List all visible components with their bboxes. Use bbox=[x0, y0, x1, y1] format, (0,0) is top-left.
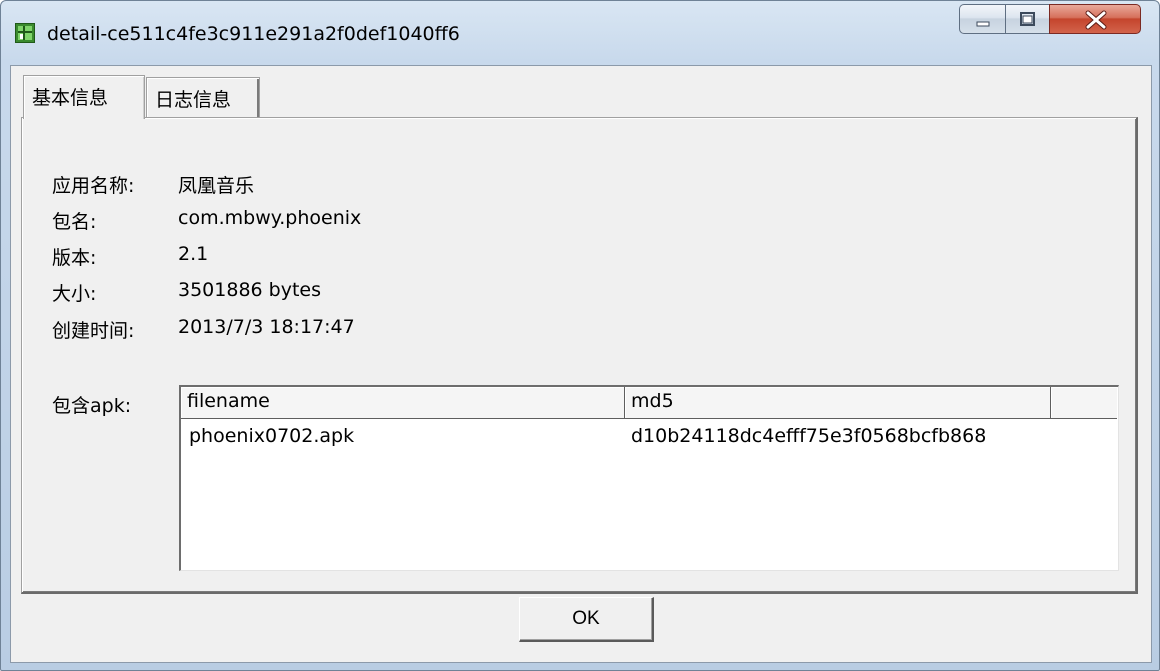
apk-list-view[interactable]: filename md5 phoenix0702.apk d10b24118dc… bbox=[179, 385, 1119, 571]
minimize-button[interactable] bbox=[959, 4, 1005, 34]
column-header-empty[interactable] bbox=[1051, 387, 1117, 419]
column-header-filename[interactable]: filename bbox=[181, 387, 625, 419]
app-name-value: 凤凰音乐 bbox=[178, 175, 255, 197]
size-value: 3501886 bytes bbox=[178, 279, 322, 301]
size-label: 大小: bbox=[52, 283, 97, 305]
app-name-label: 应用名称: bbox=[52, 175, 135, 197]
list-header: filename md5 bbox=[181, 387, 1117, 419]
created-time-label: 创建时间: bbox=[52, 320, 135, 342]
basic-info-panel: 应用名称: 凤凰音乐 包名: com.mbwy.phoenix 版本: 2.1 … bbox=[21, 117, 1138, 594]
dialog-client-area: 基本信息 日志信息 应用名称: 凤凰音乐 包名: com.mbwy.phoeni… bbox=[10, 65, 1152, 663]
grid-app-icon bbox=[15, 23, 35, 43]
created-time-value: 2013/7/3 18:17:47 bbox=[178, 316, 355, 338]
window-title: detail-ce511c4fe3c911e291a2f0def1040ff6 bbox=[47, 23, 460, 45]
title-bar[interactable]: detail-ce511c4fe3c911e291a2f0def1040ff6 bbox=[1, 1, 1159, 65]
version-value: 2.1 bbox=[178, 243, 209, 265]
maximize-button[interactable] bbox=[1005, 4, 1049, 34]
minimize-icon bbox=[976, 21, 990, 27]
ok-button[interactable]: OK bbox=[519, 597, 654, 642]
package-label: 包名: bbox=[52, 211, 97, 233]
apk-list-label: 包含apk: bbox=[52, 395, 132, 417]
filename-cell: phoenix0702.apk bbox=[189, 425, 355, 447]
package-value: com.mbwy.phoenix bbox=[178, 207, 362, 229]
tab-log-info[interactable]: 日志信息 bbox=[146, 77, 260, 117]
table-row[interactable]: phoenix0702.apk d10b24118dc4efff75e3f056… bbox=[181, 419, 1117, 453]
close-icon bbox=[1085, 10, 1107, 30]
maximize-icon bbox=[1020, 12, 1035, 26]
detail-window: detail-ce511c4fe3c911e291a2f0def1040ff6 bbox=[0, 0, 1160, 671]
tab-basic-info[interactable]: 基本信息 bbox=[23, 75, 145, 119]
version-label: 版本: bbox=[52, 247, 97, 269]
md5-cell: d10b24118dc4efff75e3f0568bcfb868 bbox=[631, 425, 987, 447]
window-controls bbox=[959, 4, 1141, 34]
close-button[interactable] bbox=[1049, 4, 1141, 34]
column-header-md5[interactable]: md5 bbox=[625, 387, 1051, 419]
